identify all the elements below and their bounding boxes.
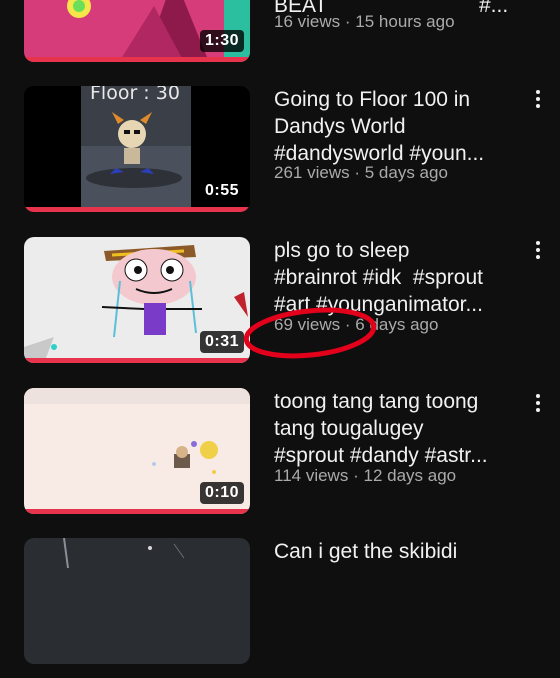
watch-progress-bar xyxy=(24,207,250,212)
video-duration: 1:30 xyxy=(199,30,244,52)
video-title-line: #sprout #dandy #astr... xyxy=(274,444,488,467)
more-options-icon[interactable] xyxy=(532,88,544,110)
video-row[interactable]: 0:10 toong tang tang toong tang tougalug… xyxy=(0,388,560,528)
video-row[interactable]: 0:31 pls go to sleep #brainrot #idk #spr… xyxy=(0,237,560,377)
video-thumbnail[interactable]: Floor : 30 0:55 xyxy=(24,86,250,212)
floor-overlay-text: Floor : 30 xyxy=(90,86,180,104)
video-title-line: Can i get the skibidi xyxy=(274,540,458,563)
video-title[interactable]: Can i get the skibidi xyxy=(274,538,519,565)
video-title-line: pls go to sleep xyxy=(274,239,410,262)
meta-separator: · xyxy=(344,12,351,31)
view-count: 16 views xyxy=(274,12,341,31)
video-title-line: tang tougalugey xyxy=(274,417,424,440)
video-thumbnail[interactable]: 0:31 xyxy=(24,237,250,363)
video-row[interactable]: Floor : 30 0:55 Going to Floor 100 in Da… xyxy=(0,86,560,226)
meta-separator: · xyxy=(344,315,351,334)
video-meta: 16 views · 15 hours ago xyxy=(274,12,455,32)
more-options-icon[interactable] xyxy=(532,239,544,261)
video-meta: 114 views · 12 days ago xyxy=(274,466,456,486)
video-meta: 261 views · 5 days ago xyxy=(274,163,448,183)
video-row[interactable]: 1:30 BEAT #... 16 views · 15 hours ago xyxy=(0,0,560,76)
upload-age: 6 days ago xyxy=(355,315,439,334)
watch-progress-bar xyxy=(24,509,250,514)
upload-age: 12 days ago xyxy=(363,466,457,485)
video-duration: 0:10 xyxy=(199,482,244,504)
video-title-line: Dandys World xyxy=(274,115,406,138)
video-title[interactable]: pls go to sleep #brainrot #idk #sprout #… xyxy=(274,237,519,318)
dark-thumbnail-icon xyxy=(24,538,250,664)
video-thumbnail[interactable]: 0:10 xyxy=(24,388,250,514)
video-title-line: #brainrot #idk #sprout xyxy=(274,266,483,289)
video-thumbnail[interactable]: 1:30 xyxy=(24,0,250,62)
video-title-line: toong tang tang toong xyxy=(274,390,479,413)
video-title[interactable]: toong tang tang toong tang tougalugey #s… xyxy=(274,388,519,469)
video-title-line: #... xyxy=(479,0,509,17)
video-meta: 69 views · 6 days ago xyxy=(274,315,438,335)
meta-separator: · xyxy=(353,466,359,485)
view-count: 261 views xyxy=(274,163,350,182)
upload-age: 15 hours ago xyxy=(355,12,455,31)
view-count: 114 views xyxy=(274,466,349,485)
video-thumbnail[interactable] xyxy=(24,538,250,664)
meta-separator: · xyxy=(354,163,361,182)
watch-progress-bar xyxy=(24,358,250,363)
more-options-icon[interactable] xyxy=(532,392,544,414)
view-count: 69 views xyxy=(274,315,341,334)
video-title[interactable]: Going to Floor 100 in Dandys World #dand… xyxy=(274,86,519,167)
video-row[interactable]: Can i get the skibidi xyxy=(0,538,560,678)
video-title-line: Going to Floor 100 in xyxy=(274,88,471,111)
video-duration: 0:31 xyxy=(199,331,244,353)
video-title-line: #art #younganimator... xyxy=(274,293,483,316)
watch-progress-bar xyxy=(24,57,250,62)
video-duration: 0:55 xyxy=(199,180,244,202)
upload-age: 5 days ago xyxy=(364,163,448,182)
